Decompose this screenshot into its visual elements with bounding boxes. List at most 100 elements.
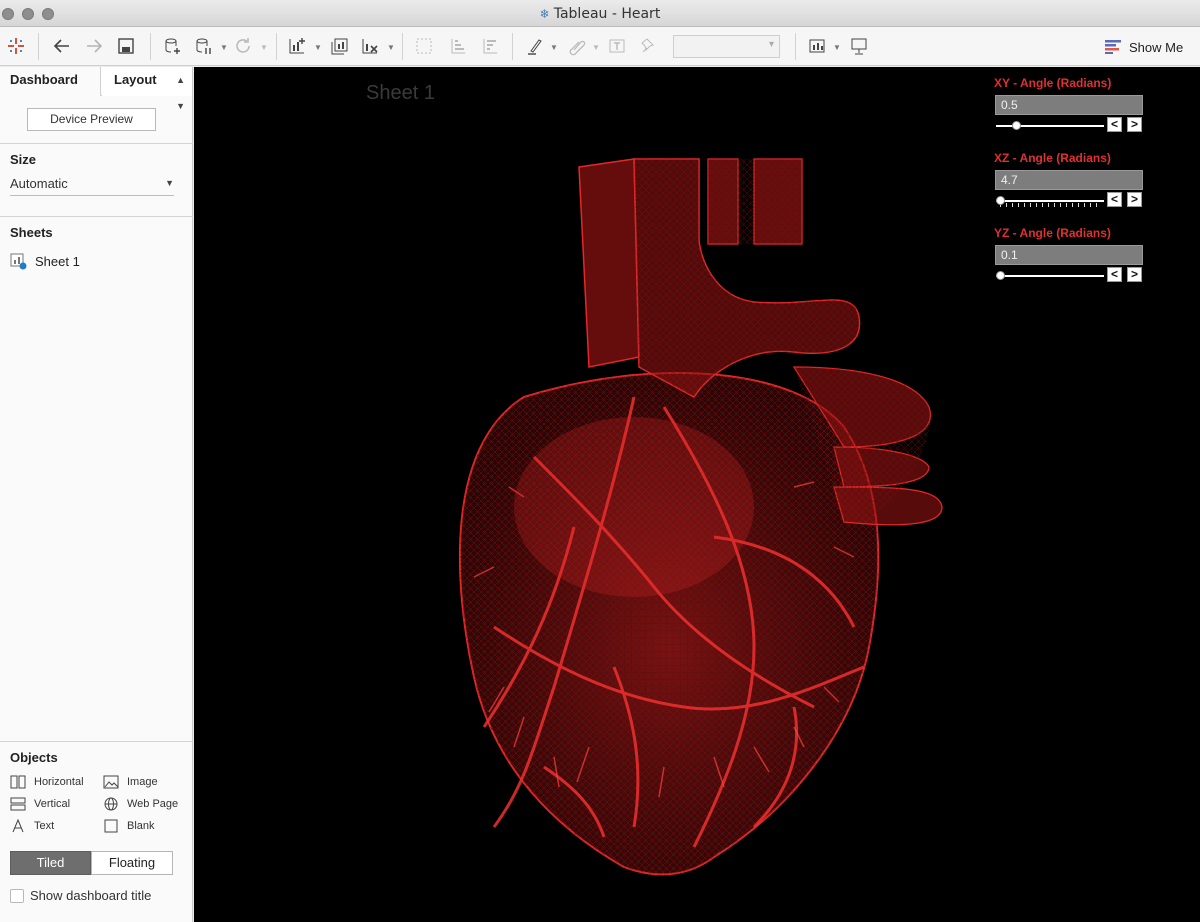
sort-descending-icon[interactable] [477, 34, 503, 58]
chevron-down-icon: ▼ [165, 178, 174, 188]
parameter-xy-angle: XY - Angle (Radians) 0.5 < > [994, 76, 1154, 132]
sheet-list-item[interactable]: Sheet 1 [10, 253, 80, 270]
new-data-source-icon[interactable] [159, 34, 185, 58]
chevron-down-icon[interactable]: ▼ [260, 43, 268, 52]
object-blank[interactable]: Blank [103, 819, 155, 833]
tab-dashboard[interactable]: Dashboard [0, 67, 101, 96]
slider-thumb[interactable] [996, 271, 1005, 280]
image-icon [103, 775, 119, 789]
redo-icon[interactable] [81, 34, 107, 58]
chevron-down-icon[interactable]: ▼ [387, 43, 395, 52]
fit-dropdown[interactable] [673, 35, 780, 58]
window-title: ❄ Tableau - Heart [539, 6, 661, 22]
parameter-title: XZ - Angle (Radians) [994, 151, 1111, 165]
objects-heading: Objects [10, 750, 58, 765]
size-heading: Size [10, 152, 37, 167]
highlight-icon[interactable] [522, 34, 548, 58]
checkbox-box[interactable] [10, 888, 24, 903]
vertical-container-icon [10, 797, 26, 811]
object-image[interactable]: Image [103, 775, 158, 789]
tab-layout[interactable]: Layout ▲ ▼ [102, 67, 192, 111]
chevron-down-icon[interactable]: ▼ [592, 43, 600, 52]
parameter-slider[interactable]: < > [996, 267, 1142, 282]
window-titlebar: ❄ Tableau - Heart [0, 0, 1200, 27]
blank-icon [104, 819, 118, 833]
show-dashboard-title-checkbox[interactable]: Show dashboard title [10, 888, 151, 903]
show-me-button[interactable]: Show Me [1105, 35, 1183, 59]
undo-icon[interactable] [49, 34, 75, 58]
show-me-label: Show Me [1129, 39, 1184, 55]
panel-tabs: Dashboard Layout ▲ ▼ [0, 67, 192, 111]
size-dropdown[interactable]: Automatic ▼ [10, 176, 174, 196]
object-web-page[interactable]: Web Page [103, 797, 178, 811]
slider-thumb[interactable] [996, 196, 1005, 205]
save-icon[interactable] [113, 34, 139, 58]
worksheet-icon [10, 253, 27, 270]
duplicate-sheet-icon[interactable] [326, 34, 352, 58]
refresh-icon[interactable] [230, 34, 256, 58]
object-vertical[interactable]: Vertical [10, 797, 70, 811]
sort-ascending-icon[interactable] [445, 34, 471, 58]
increment-button[interactable]: > [1127, 117, 1142, 132]
sheet-label: Sheet 1 [35, 254, 80, 269]
object-horizontal[interactable]: Horizontal [10, 775, 84, 789]
group-members-icon[interactable] [564, 34, 590, 58]
text-icon [12, 819, 24, 833]
parameter-value-input[interactable]: 0.5 [995, 95, 1143, 115]
fix-axes-icon[interactable] [636, 34, 662, 58]
decrement-button[interactable]: < [1107, 117, 1122, 132]
tableau-home-icon[interactable] [3, 34, 29, 58]
object-label: Vertical [34, 798, 71, 810]
object-label: Web Page [127, 798, 179, 810]
globe-icon [104, 797, 118, 811]
object-label: Image [127, 776, 158, 788]
chevron-down-icon[interactable]: ▼ [220, 43, 228, 52]
tableau-logo-icon: ❄ [539, 7, 550, 21]
show-me-icon [1105, 40, 1121, 54]
slider-track [996, 275, 1104, 277]
increment-button[interactable]: > [1127, 192, 1142, 207]
floating-toggle[interactable]: Floating [91, 851, 173, 875]
increment-button[interactable]: > [1127, 267, 1142, 282]
parameter-title: YZ - Angle (Radians) [994, 226, 1111, 240]
sheets-heading: Sheets [10, 225, 53, 240]
checkbox-label: Show dashboard title [30, 888, 152, 903]
slider-thumb[interactable] [1012, 121, 1021, 130]
chevron-down-icon[interactable]: ▼ [550, 43, 558, 52]
updown-arrows-icon: ▲ ▼ [176, 75, 185, 111]
tiled-toggle[interactable]: Tiled [10, 851, 91, 875]
presentation-cards-icon[interactable] [805, 34, 831, 58]
clear-sheet-icon[interactable] [357, 34, 383, 58]
horizontal-container-icon [10, 775, 26, 789]
pause-updates-icon[interactable] [190, 34, 216, 58]
parameter-value-input[interactable]: 4.7 [995, 170, 1143, 190]
new-worksheet-icon[interactable] [284, 34, 310, 58]
object-label: Blank [127, 820, 155, 832]
device-preview-button[interactable]: Device Preview [27, 108, 156, 131]
decrement-button[interactable]: < [1107, 267, 1122, 282]
toolbar: ▼ ▼ ▼ ▼ ▼ ▼ ▼ [0, 27, 1200, 66]
heart-body [458, 158, 943, 876]
parameter-value-input[interactable]: 0.1 [995, 245, 1143, 265]
object-label: Text [34, 820, 55, 832]
swap-rows-columns-icon[interactable] [411, 34, 437, 58]
parameter-slider[interactable]: < > [996, 192, 1142, 207]
parameter-slider[interactable]: < > [996, 117, 1142, 132]
sheet-title: Sheet 1 [366, 82, 435, 104]
dashboard-canvas[interactable]: Sheet 1 XY - Angle (Radians) 0.5 < > XZ … [194, 67, 1200, 922]
slider-ticks [1000, 203, 1100, 207]
parameter-xz-angle: XZ - Angle (Radians) 4.7 < > [994, 151, 1154, 207]
tab-layout-label: Layout [114, 72, 157, 87]
dashboard-side-panel: Dashboard Layout ▲ ▼ Device Preview Size … [0, 67, 193, 922]
decrement-button[interactable]: < [1107, 192, 1122, 207]
object-text[interactable]: Text [10, 819, 54, 833]
object-label: Horizontal [34, 776, 84, 788]
parameter-title: XY - Angle (Radians) [994, 76, 1112, 90]
chevron-down-icon[interactable]: ▼ [833, 43, 841, 52]
parameter-yz-angle: YZ - Angle (Radians) 0.1 < > [994, 226, 1154, 282]
chevron-down-icon[interactable]: ▼ [314, 43, 322, 52]
size-value: Automatic [10, 176, 68, 191]
presentation-mode-icon[interactable] [846, 34, 872, 58]
show-mark-labels-icon[interactable] [604, 34, 630, 58]
slider-track [996, 200, 1104, 202]
